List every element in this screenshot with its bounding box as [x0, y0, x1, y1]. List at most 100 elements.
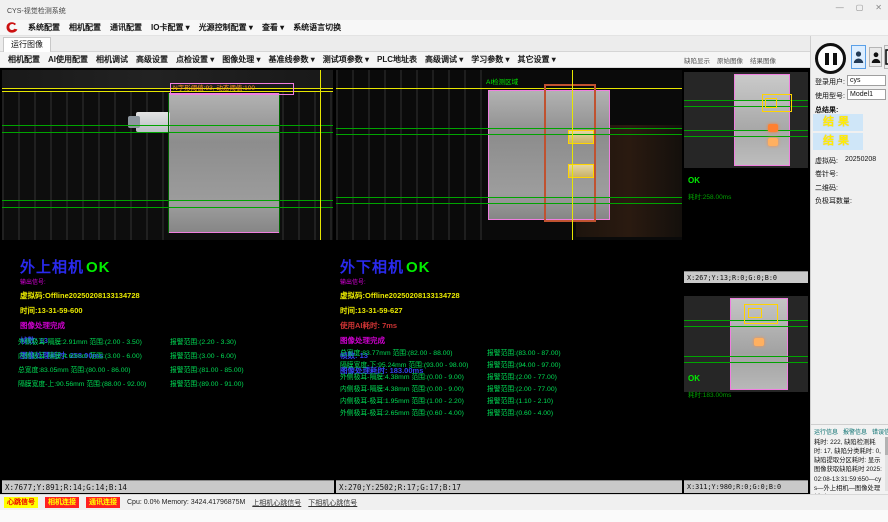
middle-measure-line-4	[336, 203, 682, 204]
thumb1-line	[684, 130, 808, 131]
menu-item-light-config[interactable]: 光源控制配置 ▾	[199, 20, 253, 36]
operator-mode-button[interactable]	[851, 45, 866, 69]
tab-strip: 运行图像	[0, 36, 810, 52]
thumb2-coordinate-bar: X:311;Y:980;R:0;G:0;B:0	[684, 480, 808, 493]
thumb2-image[interactable]	[684, 296, 808, 392]
thumb1-coordinate-bar: X:267;Y:13;R:0;G:0;B:0	[684, 271, 808, 283]
middle-ai-label: AI检测区域	[486, 76, 518, 86]
middle-time: 时间:13-31-59-627	[340, 305, 660, 316]
window-controls: — ▢ ✕	[836, 3, 882, 12]
middle-camera-header: 外下相机OK	[340, 256, 660, 277]
middle-coordinate-bar: X:270;Y:2502;R:17;G:17;B:17	[336, 480, 682, 493]
result-box-upper: 结果	[813, 114, 863, 131]
thumb1-image[interactable]	[684, 72, 808, 168]
neg-tab-count-label: 负极耳数量:	[815, 196, 852, 206]
minimize-icon[interactable]: —	[836, 3, 844, 12]
left-gripper-arm	[128, 116, 140, 128]
comm-connect-badge: 通讯连接	[86, 497, 120, 508]
user-icon	[853, 50, 864, 64]
tab-run-image[interactable]: 运行图像	[3, 37, 51, 52]
tool-learning-params[interactable]: 学习参数 ▾	[471, 52, 509, 68]
camera-connect-badge: 相机连接	[45, 497, 79, 508]
left-signal-label: 输出信号:	[20, 277, 325, 286]
thumb2-highlight	[754, 338, 764, 346]
exit-button[interactable]	[884, 45, 888, 69]
title-bar: CYS-视觉检测系统 — ▢ ✕	[0, 0, 888, 20]
thumb2-line	[684, 362, 808, 363]
thumb2-status: OK	[688, 374, 700, 383]
thumb2-status-detail: 耗时:183.00ms	[688, 389, 731, 399]
menu-item-view[interactable]: 查看 ▾	[262, 20, 284, 36]
menu-item-language-switch[interactable]: 系统语言切换	[293, 20, 341, 36]
left-camera-header: 外上相机OK	[20, 256, 325, 277]
left-camera-image[interactable]: N字形阈值:93, 动态阈值:100	[2, 70, 333, 240]
tool-camera-config[interactable]: 相机配置	[8, 52, 40, 68]
thumb1-status: OK	[688, 176, 700, 185]
middle-guide-line-v	[572, 70, 573, 240]
menu-item-io-config[interactable]: IO卡配置 ▾	[151, 20, 190, 36]
left-time: 时间:13-31-59-600	[20, 305, 325, 316]
thumb1-line	[684, 136, 808, 137]
thumb-header-raw[interactable]: 原始图像	[717, 55, 743, 65]
left-coordinate-bar: X:7677;Y:891;R:14;G:14;B:14	[2, 480, 334, 493]
tool-image-processing[interactable]: 图像处理 ▾	[222, 52, 260, 68]
middle-camera-image[interactable]: AI检测区域	[336, 70, 682, 240]
upper-camera-heartbeat-link[interactable]: 上相机心跳信号	[252, 498, 301, 508]
thumb1-highlight-1	[768, 124, 778, 132]
thumb-column-header: 缺陷显示 原始图像 结果图像	[684, 52, 810, 68]
left-edge-line-2	[279, 93, 280, 233]
tool-camera-debug[interactable]: 相机调试	[96, 52, 128, 68]
left-process-done: 图像处理完成	[20, 320, 325, 331]
model-label: 使用型号:	[815, 91, 845, 101]
sidebar: 登录用户: cys 使用型号: Model1 总结果: 结果 结果 虚拟码: 2…	[810, 36, 888, 494]
info-box: 运行信息 报警信息 错误信息 耗时: 222, 缺陷检测耗时: 17, 缺陷分类…	[811, 424, 888, 494]
left-cell-region	[168, 93, 280, 233]
app-window: CYS-视觉检测系统 — ▢ ✕ 系统配置 相机配置 通讯配置 IO卡配置 ▾ …	[0, 0, 888, 522]
tool-advanced-settings[interactable]: 高级设置	[136, 52, 168, 68]
tool-baseline-params[interactable]: 基准线参数 ▾	[269, 52, 315, 68]
maximize-icon[interactable]: ▢	[856, 3, 864, 12]
measurement-row: 外侧极耳-隔膜:2.91mm 范围:(2.00 - 3.50)报警范围:(2.2…	[18, 336, 330, 346]
thumb2-line	[684, 326, 808, 327]
thumb-header-result[interactable]: 结果图像	[750, 55, 776, 65]
info-tab-run[interactable]: 运行信息	[814, 427, 838, 436]
thumb1-status-detail: 耗时:258.00ms	[688, 191, 731, 201]
measurement-row: 外侧极耳-极耳:2.65mm 范围:(0.60 - 4.00)报警范围:(0.6…	[340, 407, 670, 417]
left-measurement-list: 外侧极耳-隔膜:2.91mm 范围:(2.00 - 3.50)报警范围:(2.2…	[18, 336, 330, 396]
info-tab-error[interactable]: 错误信息	[872, 427, 888, 436]
tool-test-params[interactable]: 测试项参数 ▾	[323, 52, 369, 68]
tool-plc-address[interactable]: PLC地址表	[377, 52, 417, 68]
measurement-row: 总宽度:83.05mm 范围:(80.00 - 86.00)报警范围:(81.0…	[18, 364, 330, 374]
middle-image-machinery-left	[336, 70, 486, 240]
login-user-label: 登录用户:	[815, 77, 845, 87]
measurement-row: 外侧极耳-隔膜:4.38mm 范围:(0.00 - 9.00)报警范围:(2.0…	[340, 371, 670, 381]
menu-item-comm-config[interactable]: 通讯配置	[110, 20, 142, 36]
measurement-row: 隔膜宽度-上:90.56mm 范围:(88.00 - 92.00)报警范围:(8…	[18, 378, 330, 388]
measurement-row: 内侧极耳-极耳:1.95mm 范围:(1.00 - 2.20)报警范围:(1.1…	[340, 395, 670, 405]
tool-spot-check[interactable]: 点检设置 ▾	[176, 52, 214, 68]
pause-icon	[833, 53, 837, 65]
menu-item-system-config[interactable]: 系统配置	[28, 20, 60, 36]
measurement-row: 内侧极耳-隔膜:4.60mm 范围:(3.00 - 6.00)报警范围:(3.0…	[18, 350, 330, 360]
tool-ai-config[interactable]: AI使用配置	[48, 52, 88, 68]
pause-button[interactable]	[815, 43, 846, 74]
login-user-field[interactable]: cys	[847, 75, 886, 86]
admin-mode-button[interactable]	[869, 47, 882, 67]
middle-measure-line-2	[336, 134, 682, 135]
middle-measurement-list: 总宽度:83.77mm 范围:(82.00 - 88.00)报警范围:(83.0…	[340, 347, 670, 423]
middle-barcode: 虚拟码:Offline20250208133134728	[340, 290, 660, 301]
model-field[interactable]: Model1	[847, 89, 886, 100]
thumb2-roi-box-inner	[748, 308, 762, 318]
lower-camera-heartbeat-link[interactable]: 下相机心跳信号	[308, 498, 357, 508]
tool-advanced-debug[interactable]: 高级调试 ▾	[425, 52, 463, 68]
middle-guide-line-h	[336, 88, 682, 89]
result-box-lower: 结果	[813, 133, 863, 150]
tool-other-settings[interactable]: 其它设置 ▾	[518, 52, 556, 68]
barcode-label: 虚拟码:	[815, 156, 838, 166]
close-icon[interactable]: ✕	[875, 3, 882, 12]
info-tab-alarm[interactable]: 报警信息	[843, 427, 867, 436]
thumb1-highlight-2	[768, 138, 778, 146]
thumb-header-defect[interactable]: 缺陷显示	[684, 55, 710, 65]
middle-ai-region-rect	[544, 84, 596, 222]
menu-item-camera-config[interactable]: 相机配置	[69, 20, 101, 36]
